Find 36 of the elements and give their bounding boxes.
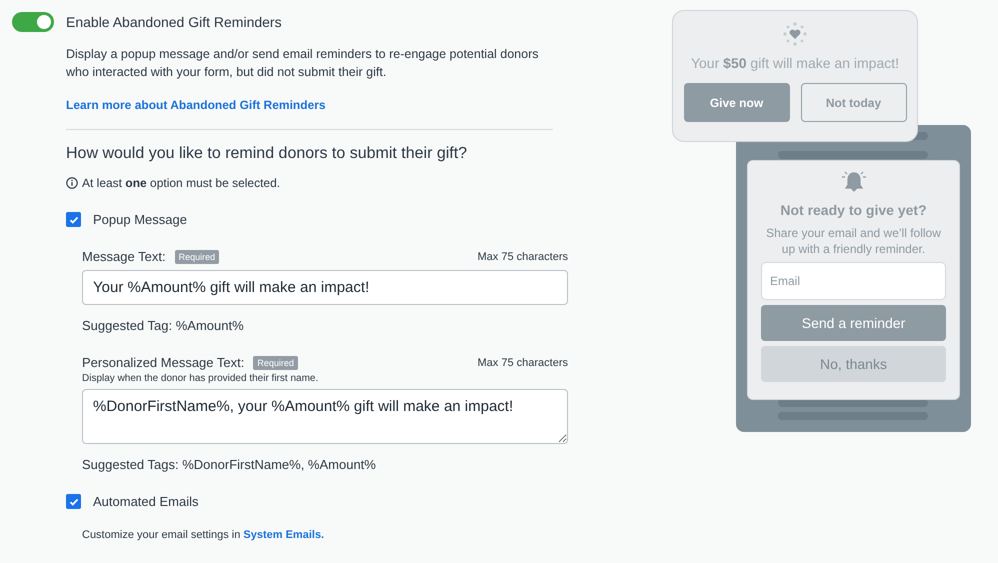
hint-text: At least one option must be selected. — [82, 176, 280, 190]
check-icon — [68, 214, 78, 224]
required-badge: Required — [253, 356, 298, 370]
learn-more-link[interactable]: Learn more about Abandoned Gift Reminders — [66, 98, 326, 112]
checkbox[interactable] — [66, 494, 81, 509]
not-today-button[interactable]: Not today — [800, 83, 906, 122]
bell-icon — [840, 171, 866, 193]
heart-icon — [781, 21, 809, 47]
description-text: Display a popup message and/or send email reminders to re-engage potential donors who interacted with your form, but did not submit their gift. — [66, 46, 540, 81]
reminder-text: Share your email and we’ll follow up with a friendly reminder. — [765, 225, 942, 257]
no-thanks-button[interactable]: No, thanks — [761, 346, 946, 382]
toggle-label: Enable Abandoned Gift Reminders — [66, 14, 282, 30]
toggle-switch[interactable] — [12, 12, 54, 32]
option-label: Automated Emails — [93, 494, 198, 509]
character-limit: Max 75 characters — [478, 356, 568, 368]
checkbox[interactable] — [66, 212, 81, 227]
popup-message: Your $50 gift will make an impact! — [690, 55, 900, 71]
email-settings-note: Customize your email settings in System Emails. — [82, 529, 326, 541]
required-badge: Required — [174, 250, 220, 264]
section-question: How would you like to remind donors to submit their gift? — [66, 145, 468, 163]
email-field[interactable]: Email — [761, 262, 946, 300]
send-reminder-button[interactable]: Send a reminder — [761, 305, 946, 341]
field-help-text: Display when the donor has provided their first name. — [82, 373, 320, 384]
message-textarea[interactable]: %DonorFirstName%, your %Amount% gift will make an impact! — [82, 389, 568, 444]
message-input[interactable]: Your %Amount% gift will make an impact! — [82, 270, 568, 305]
character-limit: Max 75 characters — [478, 250, 568, 262]
info-icon — [66, 177, 78, 189]
suggested-tags: Suggested Tag: %Amount% — [82, 318, 568, 333]
reminder-title: Not ready to give yet? — [780, 202, 927, 218]
field-label: Personalized Message Text: — [82, 355, 244, 370]
suggested-tags: Suggested Tags: %DonorFirstName%, %Amount% — [82, 457, 568, 472]
system-emails-link[interactable]: System Emails. — [243, 529, 324, 541]
give-now-button[interactable]: Give now — [684, 83, 790, 122]
option-label: Popup Message — [93, 212, 187, 227]
check-icon — [68, 496, 78, 506]
field-label: Message Text: — [82, 249, 166, 264]
